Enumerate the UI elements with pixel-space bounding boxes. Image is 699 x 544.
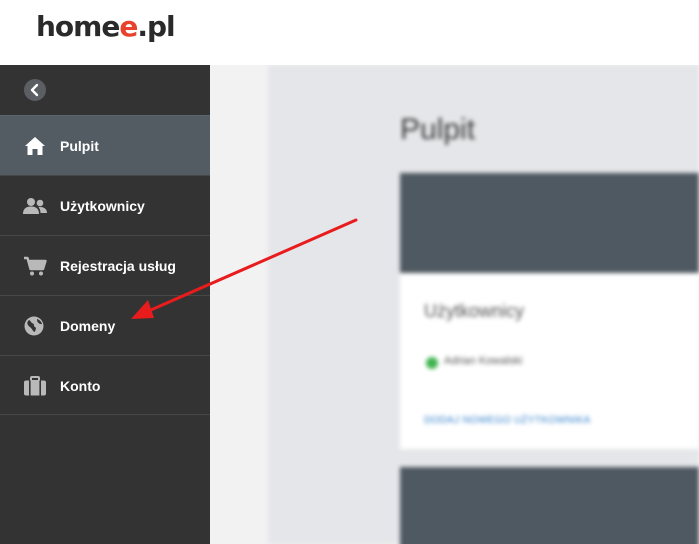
sidebar-item-label: Użytkownicy	[60, 198, 145, 214]
logo-text-suffix: .pl	[137, 10, 175, 43]
sidebar-item-rejestracja-uslug[interactable]: Rejestracja usług	[0, 235, 210, 295]
main-content: Pulpit Użytkownicy Adrian Kowalski DODAJ…	[210, 65, 699, 544]
users-card: Użytkownicy Adrian Kowalski DODAJ NOWEGO…	[400, 273, 699, 449]
home-icon	[25, 137, 45, 155]
top-header: homee.pl	[0, 0, 699, 65]
globe-icon	[24, 316, 44, 336]
card-header	[400, 173, 699, 273]
sidebar-item-konto[interactable]: Konto	[0, 355, 210, 415]
logo[interactable]: homee.pl	[36, 10, 176, 43]
add-user-link[interactable]: DODAJ NOWEGO UŻYTKOWNIKA	[424, 415, 591, 426]
sidebar-item-domeny[interactable]: Domeny	[0, 295, 210, 355]
user-name: Adrian Kowalski	[444, 355, 523, 367]
chevron-left-icon	[30, 83, 39, 97]
sidebar-item-uzytkownicy[interactable]: Użytkownicy	[0, 175, 210, 235]
card-header-second	[400, 467, 699, 544]
page-title: Pulpit	[400, 113, 476, 146]
sidebar: Pulpit Użytkownicy Rejestracja usług Dom…	[0, 65, 210, 544]
sidebar-menu: Pulpit Użytkownicy Rejestracja usług Dom…	[0, 115, 210, 415]
users-icon	[23, 198, 47, 214]
online-status-icon	[426, 357, 438, 369]
sidebar-item-pulpit[interactable]: Pulpit	[0, 115, 210, 175]
cart-icon	[24, 256, 47, 276]
main-content-blurred: Pulpit Użytkownicy Adrian Kowalski DODAJ…	[210, 65, 699, 544]
sidebar-item-label: Domeny	[60, 318, 116, 334]
sidebar-item-label: Konto	[60, 378, 101, 394]
sidebar-item-label: Pulpit	[60, 138, 99, 154]
briefcase-icon	[24, 376, 46, 396]
logo-text-main: home	[36, 10, 120, 43]
card-title: Użytkownicy	[424, 301, 525, 321]
sidebar-item-label: Rejestracja usług	[60, 258, 176, 274]
logo-text-accent: e	[119, 10, 138, 43]
screen: { "header": { "logo_main": "home", "logo…	[0, 0, 699, 544]
collapse-sidebar-button[interactable]	[24, 79, 46, 101]
